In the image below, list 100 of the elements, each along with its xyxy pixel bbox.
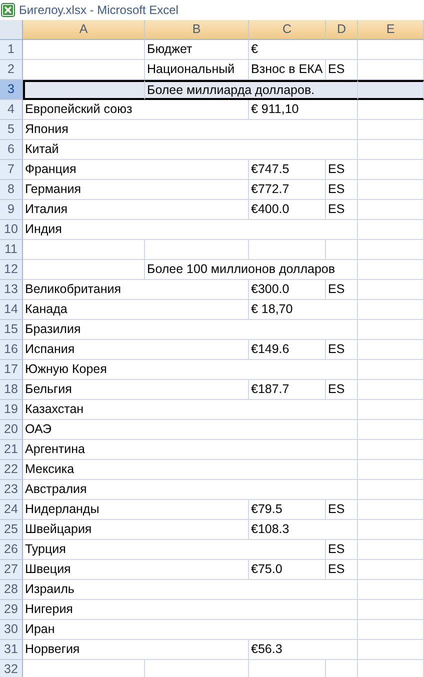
row-header[interactable]: 3 [0,80,23,100]
table-cell: Индия [23,220,358,240]
table-cell [358,240,424,260]
table-cell [358,260,424,280]
table-cell: €300.0 [249,280,326,300]
row-header[interactable]: 10 [0,220,23,240]
table-cell [358,40,424,60]
table-cell [358,120,424,140]
table-cell: Италия [23,200,249,220]
row-header[interactable]: 12 [0,260,23,280]
table-cell [358,140,424,160]
row-header[interactable]: 17 [0,360,23,380]
table-cell: ES [326,540,358,560]
table-cell: Более 100 миллионов долларов [145,260,358,280]
row-header[interactable]: 22 [0,460,23,480]
row-header[interactable]: 13 [0,280,23,300]
table-cell: Швейцария [23,520,249,540]
table-cell [358,280,424,300]
row-header[interactable]: 4 [0,100,23,120]
table-cell: € 911,10 [249,100,358,120]
table-cell [358,540,424,560]
row-header[interactable]: 24 [0,500,23,520]
table-cell [358,560,424,580]
table-cell: ES [326,160,358,180]
row-header[interactable]: 29 [0,600,23,620]
table-cell [358,480,424,500]
table-cell: ES [326,380,358,400]
table-cell: Мексика [23,460,358,480]
row-header[interactable]: 20 [0,420,23,440]
table-cell: ES [326,180,358,200]
table-cell: Канада [23,300,249,320]
row-header[interactable]: 18 [0,380,23,400]
table-cell [358,360,424,380]
window-title: Бигелоу.xlsx - Microsoft Excel [19,2,178,19]
table-cell: Китай [23,140,358,160]
table-cell [358,180,424,200]
row-header[interactable]: 32 [0,660,23,677]
table-cell [358,520,424,540]
row-header[interactable]: 19 [0,400,23,420]
row-header[interactable]: 2 [0,60,23,80]
column-header[interactable]: B [145,20,249,40]
row-header[interactable]: 23 [0,480,23,500]
row-header[interactable]: 8 [0,180,23,200]
table-cell [358,600,424,620]
table-cell [358,100,424,120]
row-header[interactable]: 28 [0,580,23,600]
table-cell: € 18,70 [249,300,358,320]
table-cell [358,380,424,400]
table-cell [358,640,424,660]
table-cell: ES [326,340,358,360]
row-header[interactable]: 15 [0,320,23,340]
table-cell [358,580,424,600]
table-cell: Аргентина [23,440,358,460]
table-cell: Турция [23,540,326,560]
table-cell: Европейский союз [23,100,249,120]
table-cell: Швеция [23,560,249,580]
row-header[interactable]: 26 [0,540,23,560]
column-header[interactable]: A [23,20,145,40]
table-cell: Бельгия [23,380,249,400]
row-header[interactable]: 1 [0,40,23,60]
row-header[interactable]: 16 [0,340,23,360]
row-header[interactable]: 7 [0,160,23,180]
row-header[interactable]: 11 [0,240,23,260]
table-cell [358,200,424,220]
row-header[interactable]: 31 [0,640,23,660]
table-cell [358,420,424,440]
table-cell: Нигерия [23,600,358,620]
table-cell [358,160,424,180]
table-cell [358,340,424,360]
row-header[interactable]: 30 [0,620,23,640]
table-cell: ES [326,200,358,220]
row-header[interactable]: 21 [0,440,23,460]
row-header[interactable]: 14 [0,300,23,320]
table-cell: Израиль [23,580,358,600]
row-header[interactable]: 5 [0,120,23,140]
row-header[interactable]: 25 [0,520,23,540]
select-all-button[interactable] [0,20,23,40]
table-cell: €56.3 [249,640,358,660]
table-cell: Великобритания [23,280,249,300]
column-header[interactable]: D [326,20,358,40]
table-cell: Германия [23,180,249,200]
table-cell: Япония [23,120,358,140]
table-cell [326,240,358,260]
table-cell: ES [326,560,358,580]
row-header[interactable]: 6 [0,140,23,160]
row-header[interactable]: 27 [0,560,23,580]
table-cell: Франция [23,160,249,180]
column-header[interactable]: C [249,20,326,40]
table-cell: €75.0 [249,560,326,580]
table-cell [358,300,424,320]
table-cell: €400.0 [249,200,326,220]
table-cell [358,320,424,340]
table-cell: Бюджет [145,40,249,60]
table-cell: Более миллиарда долларов. [145,80,358,100]
table-cell [358,460,424,480]
row-header[interactable]: 9 [0,200,23,220]
table-cell: Иран [23,620,358,640]
table-cell: Австралия [23,480,358,500]
table-cell: Нидерланды [23,500,249,520]
column-header[interactable]: E [358,20,424,40]
